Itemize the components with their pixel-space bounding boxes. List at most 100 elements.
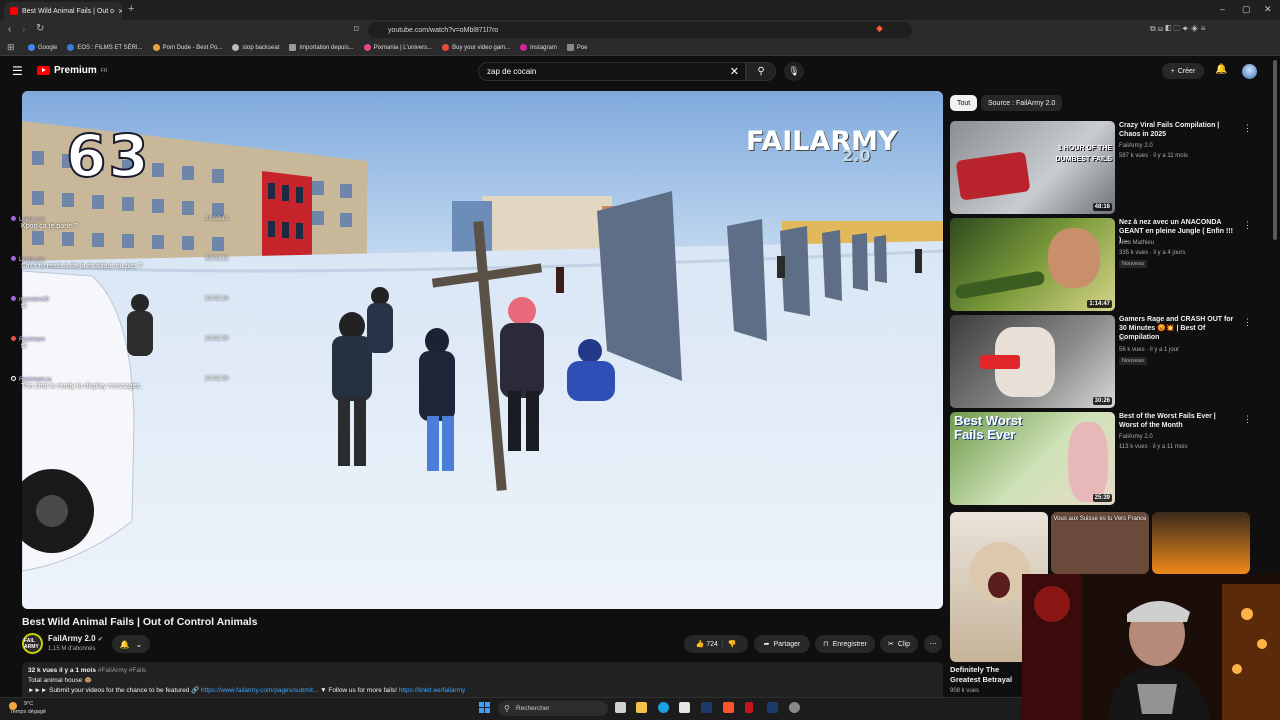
url-text: youtube.com/watch?v=oMbl871l7ro	[388, 26, 499, 34]
recommendation-item[interactable]: Best Worst Fails Ever 25:39 Best of the …	[950, 412, 1260, 505]
short-thumbnail[interactable]	[1152, 512, 1250, 574]
apps-grid-icon[interactable]: ⊞	[7, 42, 15, 53]
clear-search-icon[interactable]: ✕	[730, 65, 739, 78]
windows-start-icon[interactable]	[479, 702, 490, 713]
bookmarks-bar: Google EOS : FILMS ET SÉRI... Pom Dude -…	[0, 40, 1280, 56]
close-window-icon[interactable]: ✕	[1264, 4, 1272, 15]
close-tab-icon[interactable]: ×	[118, 6, 122, 16]
bookmark-save-icon: ⊓	[823, 641, 829, 648]
verified-icon: ✔	[97, 637, 103, 643]
search-value: zap de cocain	[487, 67, 537, 76]
plus-icon: +	[1170, 67, 1175, 75]
more-vertical-icon[interactable]: ⋮	[1243, 414, 1252, 425]
logo-text: Premium	[54, 65, 97, 76]
search-input[interactable]: zap de cocain ✕	[478, 62, 746, 81]
task-view-icon[interactable]	[615, 702, 626, 713]
brave-shield-icon[interactable]: ◆	[876, 23, 883, 34]
app-red-icon[interactable]	[745, 702, 753, 713]
like-button[interactable]: 👍 724	[696, 640, 718, 648]
recommendation-meta: 56 k vues · il y a 1 jour	[1119, 347, 1180, 353]
create-button[interactable]: + Créer	[1162, 63, 1204, 79]
browser-tab[interactable]: Best Wild Animal Fails | Out o ×	[4, 2, 122, 20]
chip-source[interactable]: Source : FailArmy 2.0	[981, 95, 1063, 111]
chat-message: Restream 23:02:20 f5	[11, 336, 228, 350]
submit-link[interactable]: https://www.failarmy.com/pages/submit...	[201, 687, 318, 694]
chat-user-icon	[11, 216, 16, 221]
weather-widget[interactable]: 9°C Temps dégagé	[9, 700, 46, 716]
steam-icon[interactable]	[701, 702, 712, 713]
recommendation-item[interactable]: 1:14:47 Nez à nez avec un ANACONDA GEANT…	[950, 218, 1260, 311]
recommendation-item[interactable]: 30:26 Gamers Rage and CRASH OUT for 30 M…	[950, 315, 1260, 408]
recommendation-channel: Nico Mathieu	[1119, 240, 1155, 246]
bookmark-google[interactable]: Google	[28, 44, 57, 51]
reload-icon[interactable]: ↻	[36, 23, 44, 34]
more-actions-button[interactable]: ⋯	[924, 635, 942, 653]
channel-avatar[interactable]: FAIL ARMY	[22, 633, 43, 654]
bookmark-pom-dude[interactable]: Pom Dude - Best Po...	[152, 44, 222, 51]
youtube-play-icon	[37, 66, 50, 75]
recommendation-channel: 47	[1119, 337, 1126, 343]
maximize-icon[interactable]: ▢	[1242, 4, 1251, 15]
recommendation-item[interactable]: 1 HOUR OF THE DUMBEST FAILS 48:16 Crazy …	[950, 121, 1260, 214]
settings-icon[interactable]	[789, 702, 800, 713]
edge-icon[interactable]	[658, 702, 669, 713]
new-tab-icon[interactable]: +	[128, 3, 134, 15]
menu-icon[interactable]: ☰	[12, 64, 23, 78]
weather-icon	[9, 702, 17, 710]
subscriber-count: 1,15 M d'abonnés	[48, 646, 96, 652]
description-line: Total animal house 🐵	[28, 677, 93, 684]
store-icon[interactable]	[679, 702, 690, 713]
voice-search-button[interactable]: 🎙	[784, 62, 804, 81]
bookmark-instagram[interactable]: Instagram	[520, 44, 557, 51]
brave-icon[interactable]	[723, 702, 734, 713]
more-vertical-icon[interactable]: ⋮	[1243, 220, 1252, 231]
forward-icon[interactable]: ›	[22, 24, 25, 35]
search-icon: ⚲	[757, 66, 765, 77]
youtube-favicon-icon	[10, 7, 18, 15]
search-button[interactable]: ⚲	[746, 62, 776, 81]
short-thumbnail[interactable]: Vous aux Suisse es tu Vers France	[1051, 512, 1149, 574]
video-player[interactable]	[22, 91, 943, 609]
steam-alt-icon[interactable]	[767, 702, 778, 713]
watermark-version: 2.0	[842, 146, 871, 165]
recommendation-title: Crazy Viral Fails Compilation | Chaos in…	[1119, 122, 1220, 138]
description-tags: #FailArmy #Fails	[97, 667, 147, 674]
more-vertical-icon[interactable]: ⋮	[1243, 317, 1252, 328]
bookmark-icon[interactable]: ⌑	[354, 24, 359, 35]
address-bar[interactable]: youtube.com/watch?v=oMbl871l7ro	[368, 22, 912, 38]
bookmark-importation[interactable]: Importation depuis...	[289, 44, 354, 51]
file-explorer-icon[interactable]	[636, 702, 647, 713]
short-title[interactable]: Definitely The Greatest Betrayal	[950, 665, 1018, 685]
video-frame	[22, 91, 943, 609]
bookmark-eos[interactable]: EOS : FILMS ET SÉRI...	[67, 44, 143, 51]
clip-button[interactable]: ✂ Clip	[880, 635, 918, 653]
save-button[interactable]: ⊓ Enregistrer	[815, 635, 875, 653]
thumbs-up-icon: 👍	[695, 641, 705, 648]
page-scrollbar[interactable]	[1273, 60, 1277, 240]
minimize-icon[interactable]: –	[1220, 4, 1225, 14]
bookmark-poe[interactable]: Poe	[566, 44, 588, 51]
subscription-bell-button[interactable]: 🔔 ⌄	[112, 635, 150, 653]
recommendation-title: Best of the Worst Fails Ever | Worst of …	[1119, 413, 1216, 429]
bookmark-video-games[interactable]: Buy your video gam...	[442, 44, 510, 51]
youtube-logo[interactable]: Premium FR	[37, 65, 107, 76]
share-icon: ➦	[763, 641, 770, 648]
bookmark-stop-backseat[interactable]: stop backseat	[232, 44, 279, 51]
share-button[interactable]: ➦ Partager	[754, 635, 810, 653]
recommendation-meta: 335 k vues · il y a 4 jours	[1119, 250, 1186, 256]
more-vertical-icon[interactable]: ⋮	[1243, 123, 1252, 134]
back-icon[interactable]: ‹	[8, 24, 11, 35]
user-avatar[interactable]	[1242, 64, 1257, 79]
channel-name[interactable]: FailArmy 2.0 ✔	[48, 634, 103, 643]
browser-tab-bar	[0, 0, 1280, 20]
tab-title: Best Wild Animal Fails | Out o	[22, 7, 115, 15]
chip-all[interactable]: Tout	[950, 95, 978, 111]
taskbar-search[interactable]: ⚲ Rechercher	[498, 701, 608, 716]
linktree-link[interactable]: https://linktr.ee/failarmy	[399, 687, 465, 694]
bookmark-pixmania[interactable]: Pixmania | L'univers...	[363, 44, 432, 51]
extensions-icon[interactable]: ⧉ ⊟ ◧ ⬚ ✦ ◈ ≡	[1150, 24, 1205, 34]
recommendation-channel: FailArmy 2.0	[1119, 434, 1153, 440]
dislike-button[interactable]: 👎	[728, 640, 737, 648]
notifications-bell-icon[interactable]: 🔔	[1215, 64, 1227, 75]
chat-user-icon	[11, 296, 16, 301]
